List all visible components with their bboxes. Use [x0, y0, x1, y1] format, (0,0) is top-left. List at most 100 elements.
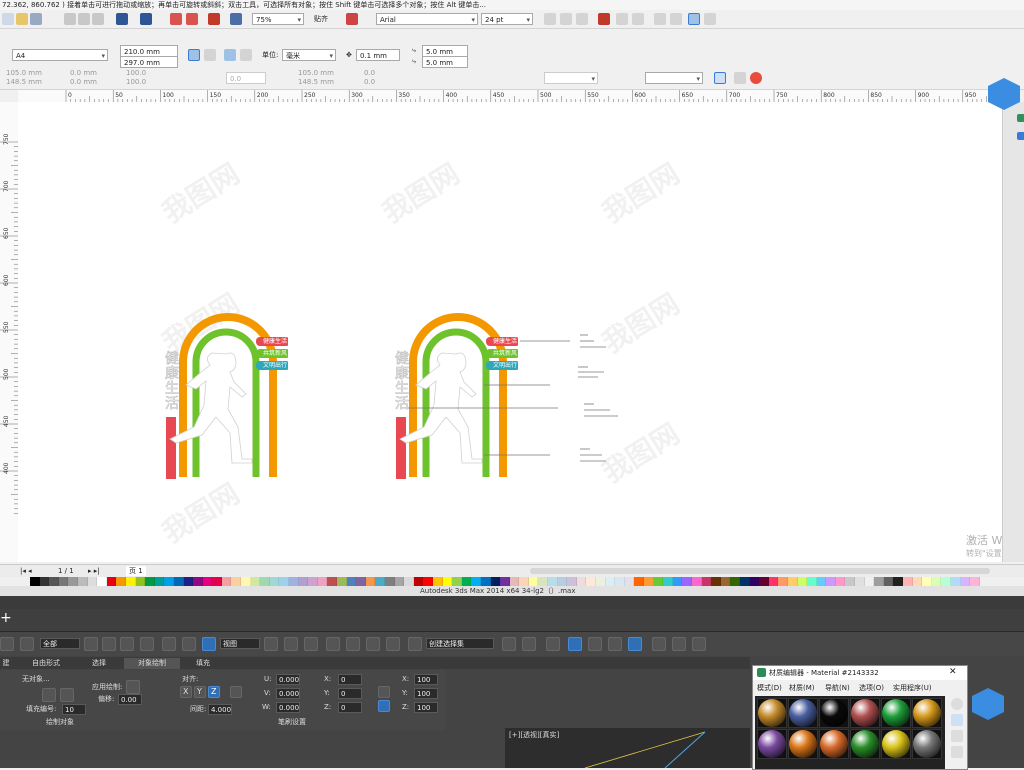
color-swatch[interactable]: [394, 577, 405, 586]
percent-snap-icon[interactable]: [366, 637, 380, 651]
color-swatch[interactable]: [816, 577, 827, 586]
paint-object-label[interactable]: 无对象...: [22, 674, 50, 684]
v-field[interactable]: 0.000: [276, 688, 300, 699]
menu-navigation[interactable]: 导航(N): [825, 683, 850, 693]
outline-width-select[interactable]: [544, 72, 598, 84]
color-swatch[interactable]: [356, 577, 366, 586]
color-swatch[interactable]: [452, 577, 462, 586]
curve-editor-icon[interactable]: [588, 637, 602, 651]
color-swatch[interactable]: [624, 577, 635, 586]
redo-icon[interactable]: [140, 13, 152, 25]
color-swatch[interactable]: [941, 577, 951, 586]
color-swatch[interactable]: [778, 577, 788, 586]
rotation-angle-field[interactable]: 0.0: [226, 72, 266, 84]
color-swatch[interactable]: [260, 577, 270, 586]
color-swatch[interactable]: [864, 577, 875, 586]
select-manipulate-icon[interactable]: [284, 637, 298, 651]
color-swatch[interactable]: [327, 577, 337, 586]
color-swatch[interactable]: [87, 577, 98, 586]
nudge-distance-field[interactable]: 0.1 mm: [356, 49, 400, 61]
color-swatch[interactable]: [586, 577, 597, 586]
color-swatch[interactable]: [835, 577, 846, 586]
font-size-select[interactable]: 24 pt: [481, 13, 533, 25]
paper-size-select[interactable]: A4: [12, 49, 108, 61]
spinner-snap-icon[interactable]: [386, 637, 400, 651]
color-swatch[interactable]: [711, 577, 721, 586]
material-slot[interactable]: [788, 698, 818, 728]
copy-icon[interactable]: [78, 13, 90, 25]
color-swatch[interactable]: [432, 577, 443, 586]
fill-icon[interactable]: [60, 688, 74, 702]
color-swatch[interactable]: [145, 577, 155, 586]
open-icon[interactable]: [16, 13, 28, 25]
color-swatch[interactable]: [883, 577, 894, 586]
color-swatch[interactable]: [797, 577, 808, 586]
color-swatch[interactable]: [749, 577, 760, 586]
paint-objects-panel-title[interactable]: 绘制对象: [46, 717, 74, 727]
page-height-field[interactable]: 297.0 mm: [120, 56, 178, 68]
link-icon[interactable]: [0, 637, 14, 651]
ribbon-toggle-icon[interactable]: [568, 637, 582, 651]
color-swatch[interactable]: [289, 577, 299, 586]
color-swatch[interactable]: [500, 577, 510, 586]
material-slot[interactable]: [850, 698, 880, 728]
color-swatch[interactable]: [164, 577, 174, 586]
last-page-icon[interactable]: ▸ ▸|: [88, 566, 100, 576]
color-swatch[interactable]: [461, 577, 472, 586]
save-icon[interactable]: [30, 13, 42, 25]
color-swatch[interactable]: [922, 577, 932, 586]
tab-object-paint[interactable]: 对象绘制: [124, 658, 180, 669]
color-swatch[interactable]: [653, 577, 664, 586]
color-swatch[interactable]: [845, 577, 856, 586]
reference-coord-select[interactable]: 视图: [220, 638, 260, 649]
selection-filter-select[interactable]: 全部: [40, 638, 80, 649]
align-left-icon[interactable]: [688, 13, 700, 25]
color-swatch[interactable]: [567, 577, 577, 586]
color-swatch[interactable]: [893, 577, 904, 586]
color-swatch[interactable]: [250, 577, 261, 586]
color-swatch[interactable]: [346, 577, 357, 586]
horizontal-scrollbar[interactable]: [530, 568, 990, 574]
unlink-icon[interactable]: [20, 637, 34, 651]
color-swatch[interactable]: [77, 577, 88, 586]
color-swatch[interactable]: [960, 577, 971, 586]
scale-y-field[interactable]: 100.0: [126, 77, 146, 87]
mirror-icon[interactable]: [502, 637, 516, 651]
color-swatch[interactable]: [135, 577, 146, 586]
color-swatch[interactable]: [298, 577, 309, 586]
w-field[interactable]: 0.000: [276, 702, 300, 713]
color-swatch[interactable]: [212, 577, 222, 586]
scale-icon[interactable]: [202, 637, 216, 651]
color-swatch[interactable]: [557, 577, 568, 586]
scale-y-field[interactable]: 100: [414, 688, 438, 699]
undo-icon[interactable]: [116, 13, 128, 25]
tab-modeling[interactable]: 建模: [0, 658, 12, 678]
scale-x-field[interactable]: 100: [414, 674, 438, 685]
import-icon[interactable]: [170, 13, 182, 25]
color-swatch[interactable]: [951, 577, 961, 586]
color-swatch[interactable]: [58, 577, 69, 586]
color-swatch[interactable]: [375, 577, 385, 586]
material-editor-icon[interactable]: [628, 637, 642, 651]
render-setup-icon[interactable]: [652, 637, 666, 651]
color-swatch[interactable]: [787, 577, 798, 586]
tab-selection[interactable]: 选择: [84, 658, 114, 669]
color-swatch[interactable]: [471, 577, 481, 586]
color-swatch[interactable]: [720, 577, 731, 586]
menu-mode[interactable]: 模式(D): [757, 683, 782, 693]
vertical-text-icon[interactable]: [704, 13, 716, 25]
select-object-icon[interactable]: [84, 637, 98, 651]
color-swatch[interactable]: [672, 577, 683, 586]
material-slot[interactable]: [757, 698, 787, 728]
color-swatch[interactable]: [519, 577, 529, 586]
material-sample-slots[interactable]: [755, 696, 945, 769]
select-by-name-icon[interactable]: [102, 637, 116, 651]
color-swatch[interactable]: [106, 577, 117, 586]
color-swatch[interactable]: [30, 577, 40, 586]
color-swatch[interactable]: [855, 577, 865, 586]
offset-field[interactable]: 0.00: [118, 694, 142, 705]
color-swatch[interactable]: [970, 577, 980, 586]
color-swatch[interactable]: [413, 577, 424, 586]
object-height-field[interactable]: 0.0 mm: [70, 77, 97, 87]
color-swatch[interactable]: [173, 577, 184, 586]
